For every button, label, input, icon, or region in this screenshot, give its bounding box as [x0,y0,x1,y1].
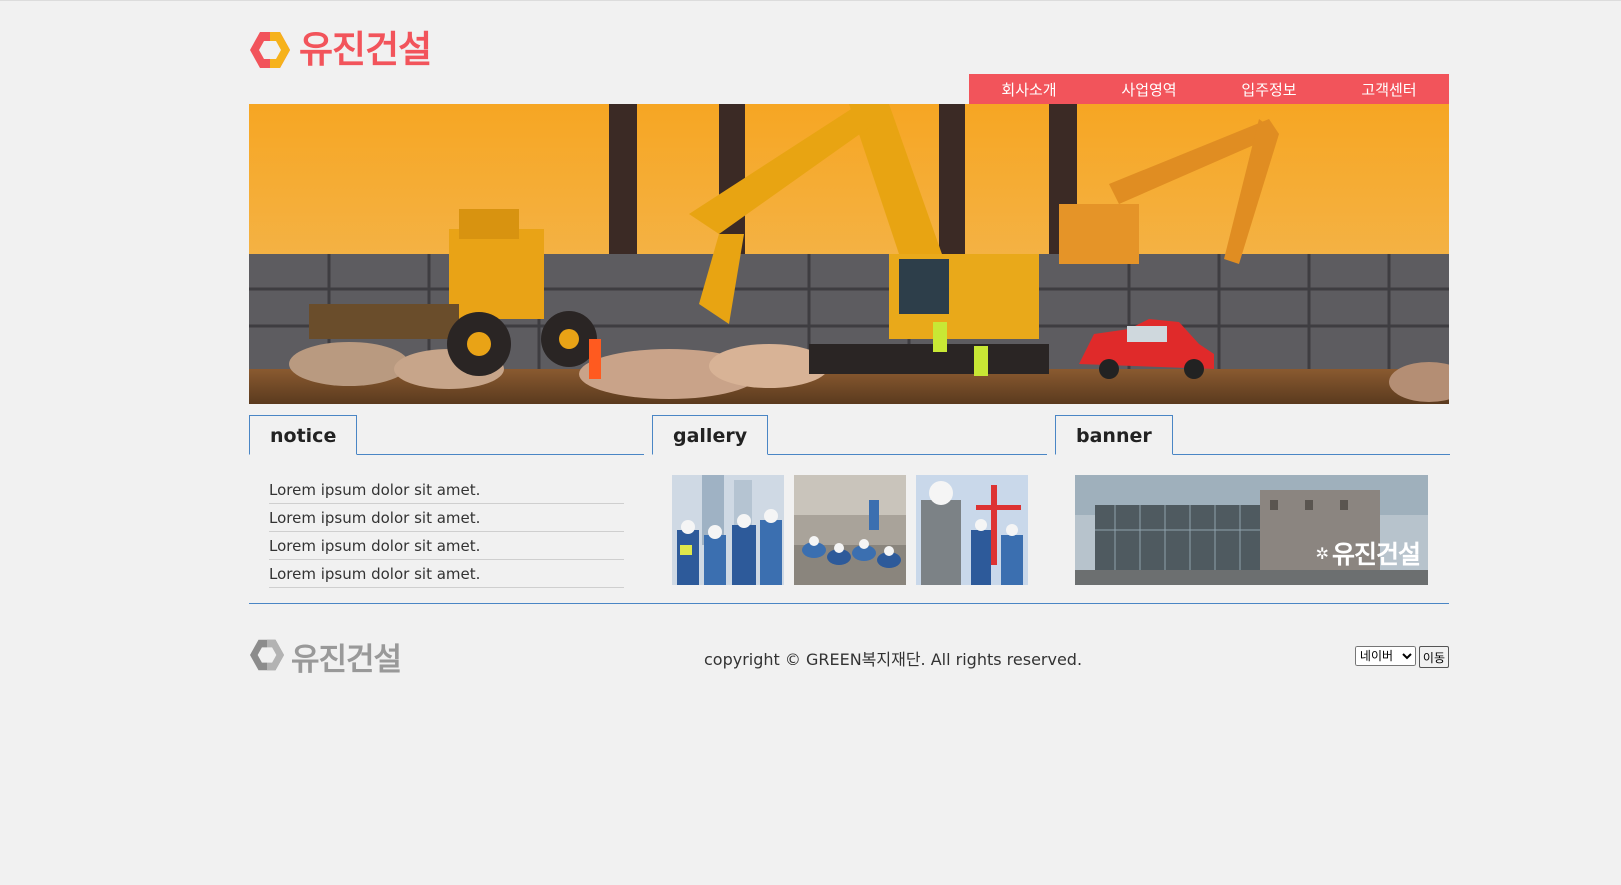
notice-item[interactable]: Lorem ipsum dolor sit amet. [269,560,624,588]
notice-item[interactable]: Lorem ipsum dolor sit amet. [269,476,624,504]
family-site-select[interactable]: 네이버 [1354,646,1416,666]
family-site: 네이버 이동 [1354,646,1449,668]
go-button[interactable]: 이동 [1418,646,1449,668]
banner-image[interactable]: ✲ 유진건설 [1075,475,1428,585]
logo-text: 유진건설 [299,28,432,71]
notice-tab[interactable]: notice [249,415,358,455]
header-logo[interactable]: 유진건설 [249,28,432,71]
nav-item-support[interactable]: 고객센터 [1329,74,1449,104]
notice-header: notice [249,415,644,455]
copyright-text: copyright © GREEN복지재단. All rights reserv… [704,650,1083,669]
nav-item-company[interactable]: 회사소개 [969,74,1089,104]
nav-item-residence[interactable]: 입주정보 [1209,74,1329,104]
hexagon-logo-icon [249,30,291,70]
gear-icon: ✲ [1315,543,1329,563]
main-nav: 회사소개 사업영역 입주정보 고객센터 [969,74,1449,104]
banner-section: banner ✲ 유진건설 [1055,415,1450,585]
gallery-header: gallery [652,415,1047,455]
gallery-thumb-1[interactable] [672,475,784,585]
footer-divider [249,603,1449,604]
footer-logo-text: 유진건설 [291,642,402,678]
gallery-thumb-2[interactable] [794,475,906,585]
notice-item[interactable]: Lorem ipsum dolor sit amet. [269,504,624,532]
banner-logo-text: 유진건설 [1331,540,1421,569]
hexagon-logo-icon [249,638,285,676]
gallery-section: gallery [652,415,1047,585]
notice-section: notice Lorem ipsum dolor sit amet. Lorem… [249,415,644,588]
gallery-tab[interactable]: gallery [652,415,769,455]
footer-logo[interactable]: 유진건설 [249,634,402,679]
gallery-thumb-3[interactable] [916,475,1028,585]
banner-header: banner [1055,415,1450,455]
banner-logo: ✲ 유진건설 [1315,535,1421,571]
nav-item-business[interactable]: 사업영역 [1089,74,1209,104]
gallery-thumbnails [672,475,1047,585]
notice-item[interactable]: Lorem ipsum dolor sit amet. [269,532,624,560]
banner-tab[interactable]: banner [1055,415,1173,455]
hero-image [249,104,1449,404]
notice-list: Lorem ipsum dolor sit amet. Lorem ipsum … [269,476,624,588]
